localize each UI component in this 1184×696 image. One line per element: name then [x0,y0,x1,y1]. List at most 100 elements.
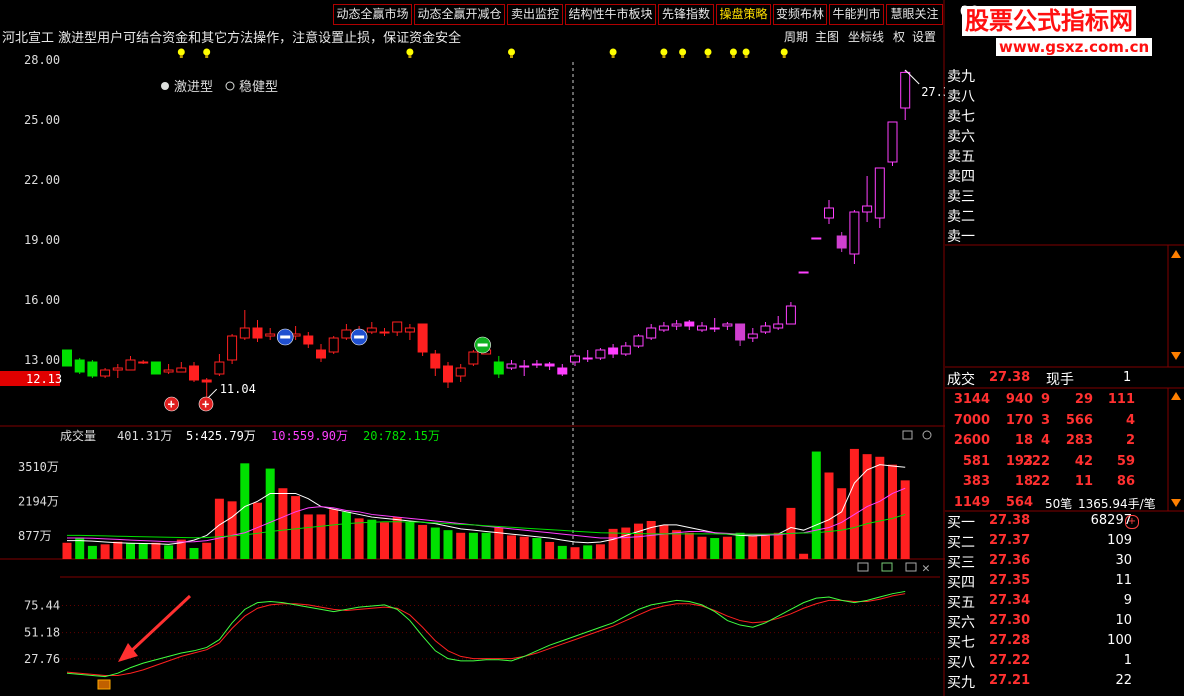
candle-body [633,335,644,347]
bulb-icon [203,48,211,56]
buy-level-price: 27.35 [989,573,1031,588]
volume-bar [138,543,148,559]
candle-body [684,321,695,327]
candle-body [468,351,479,365]
volume-bar [799,553,809,559]
kline-chart[interactable]: 28.00 25.00 22.00 19.00 16.00 13.00 12.13 11.04… [0,0,945,696]
volume-bar [341,511,351,559]
indicator-panel-button [857,562,869,572]
trade-detail-cell: 7000 [953,412,990,428]
bulb-icon [177,48,185,56]
volume-bar [697,536,707,559]
trade-detail-cell: 50笔 [1045,496,1073,511]
candle-body [62,349,72,367]
current-price-label: 12.13 [26,372,62,386]
candle-body [138,361,149,364]
volume-bar [202,542,212,559]
trade-detail-cell: 86 [1116,474,1135,489]
candle-body [785,305,796,325]
legend-aggressive-label: 激进型 [174,80,213,95]
trade-detail-cell: 4 [1040,433,1050,448]
candle-body [87,361,98,377]
bulb-icon [406,48,414,56]
candle-body [201,379,212,383]
buy-level-qty: 11 [1115,573,1132,588]
volume-bar [824,472,834,559]
buy-level-qty: 1 [1123,653,1132,668]
volume-ma5-line [67,464,906,545]
candle-body [519,365,530,368]
volume-bar [367,519,377,559]
buy-level-price: 27.36 [989,553,1031,568]
indicator-tick-label: 27.76 [24,652,60,666]
candle-body [557,367,568,375]
candle-body [328,337,339,353]
candle-body [900,71,911,109]
volume-bar [354,518,364,559]
sell-level-label: 卖四 [947,169,975,185]
bulb-icon-base [408,55,412,58]
sell-level-label: 卖二 [947,209,975,225]
watermark: 股票公式指标网 www.gsxz.com.cn [960,6,1180,60]
candle-body [176,367,187,373]
volume-bar [392,517,402,559]
buy-level-qty: 68297 [1090,513,1132,528]
trade-detail-cell: 22 [1031,474,1050,489]
candle-body [646,327,657,339]
price-tick-label: 16.00 [24,293,60,307]
annotation-arrow-shaft [126,594,192,656]
candle-body [722,323,733,327]
trade-detail-cell: 1365.94手/笔 [1078,496,1156,511]
trade-detail-cell: 29 [1074,392,1093,407]
volume-zoom-icon [922,430,932,440]
volume-bar [227,501,237,559]
volume-header-text: 20:782.15万 [363,429,440,443]
volume-bar [240,463,250,559]
volume-bar [100,544,110,559]
candle-body [316,349,326,359]
candle-body [125,359,136,371]
buy-level-price: 27.22 [989,653,1031,668]
buy-level-qty: 109 [1107,533,1132,548]
candle-body [608,347,619,355]
volume-bar [519,536,529,559]
volume-bar [151,542,161,559]
candle-body [836,235,847,249]
bulb-icon [660,48,668,56]
indicator-k-line [66,590,906,678]
volume-bar [164,545,174,559]
volume-header-text: 5:425.79万 [186,429,256,443]
sell-level-label: 卖七 [947,109,975,125]
candle-body [506,363,517,369]
sell-level-label: 卖一 [947,229,975,245]
buy-level-label: 买六 [947,615,975,631]
trade-detail-cell: 4 [1125,412,1135,428]
volume-bar [189,547,199,559]
bulb-icon-base [611,55,615,58]
trade-detail-cell: 3 [1040,412,1050,428]
volume-bar [710,538,720,559]
candle-body [570,355,580,363]
candle-body [252,327,263,339]
buy-level-price: 27.37 [989,533,1031,548]
legend-steady-label: 稳健型 [239,79,278,95]
volume-bar [87,545,97,559]
volume-bar [265,468,275,559]
trade-detail-cell: 11 [1074,474,1093,489]
buy-one-marker-icon[interactable]: + [1125,515,1139,529]
trade-price: 27.38 [989,370,1031,385]
volume-bar [278,488,288,559]
candle-body [404,327,415,333]
trade-label: 成交 [947,372,975,388]
volume-tick-label: 3510万 [18,460,59,474]
candle-body [379,331,390,334]
bulb-icon [679,48,687,56]
volume-bar [849,448,859,559]
bulb-icon-base [782,55,786,58]
bulb-icon [508,48,515,56]
candle-body [709,327,720,330]
buy-level-label: 买八 [947,655,975,671]
trade-detail-cell: 2 [1125,433,1135,448]
volume-bar [430,527,440,559]
volume-header-text: 401.31万 [117,429,172,443]
